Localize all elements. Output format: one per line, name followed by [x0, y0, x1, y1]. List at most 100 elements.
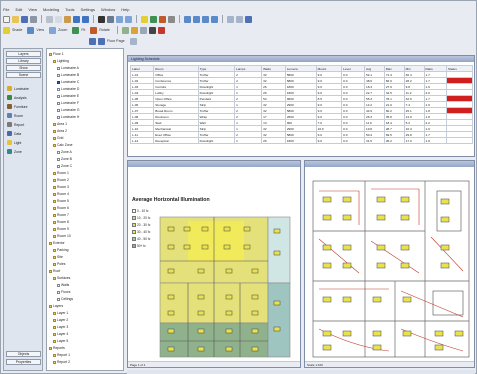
new-icon[interactable]: [3, 15, 10, 23]
tree-item[interactable]: Luminaire G: [57, 107, 79, 113]
nav-item[interactable]: Light: [7, 139, 42, 146]
floor-plan-canvas[interactable]: [305, 161, 475, 368]
menu-modeling[interactable]: Modeling: [43, 7, 59, 12]
layer-icon[interactable]: [121, 26, 129, 34]
tree-item[interactable]: Reports: [49, 345, 65, 351]
tree-item[interactable]: Layer 5: [53, 338, 68, 344]
select-icon[interactable]: [98, 15, 105, 23]
arrow-icon[interactable]: [157, 26, 165, 34]
menu-view[interactable]: View: [28, 7, 37, 12]
view-front-icon[interactable]: [193, 15, 200, 23]
tree-item[interactable]: Site: [53, 254, 63, 260]
tree-item[interactable]: Area 1: [53, 121, 67, 127]
cut-icon[interactable]: [46, 15, 53, 23]
render-icon[interactable]: [159, 15, 166, 23]
tree-item[interactable]: Grid: [53, 135, 63, 141]
shade-icon[interactable]: [3, 26, 10, 34]
tree-item[interactable]: Calc Zone: [53, 142, 72, 148]
tree-item[interactable]: Luminaire C: [57, 79, 79, 85]
tree-item[interactable]: Poles: [53, 261, 65, 267]
tree-item[interactable]: Luminaire H: [57, 114, 79, 120]
view-iso-icon[interactable]: [211, 15, 218, 23]
nav-tab-scene[interactable]: Scene: [6, 72, 41, 78]
floor-page-label[interactable]: Floor Page: [107, 39, 125, 43]
nav-tab-library[interactable]: Library: [6, 58, 41, 64]
tree-item[interactable]: Floors: [57, 289, 70, 295]
tree-item[interactable]: Layer 2: [53, 317, 68, 323]
project-tree[interactable]: Floor 1 Lighting Luminaire A Luminaire B Lum…: [46, 48, 124, 371]
nav-item[interactable]: Room: [7, 112, 42, 119]
tree-item[interactable]: Layer 3: [53, 324, 68, 330]
pan-icon[interactable]: [107, 15, 114, 23]
text-icon[interactable]: [148, 26, 156, 34]
nav-item[interactable]: Furniture: [7, 103, 42, 110]
zoom-out-icon[interactable]: [125, 15, 132, 23]
tree-item[interactable]: Zone A: [57, 149, 72, 155]
nav-item[interactable]: Luminaire: [7, 85, 42, 92]
view-top-icon[interactable]: [184, 15, 191, 23]
nav-tab-objects[interactable]: Objects: [6, 351, 41, 357]
tree-item[interactable]: Luminaire D: [57, 86, 79, 92]
tree-item[interactable]: Room 9: [53, 226, 69, 232]
tree-item[interactable]: Surfaces: [53, 275, 70, 281]
page-next-icon[interactable]: [98, 37, 105, 45]
tree-item[interactable]: Room 2: [53, 177, 69, 183]
page-prev-icon[interactable]: [89, 37, 96, 45]
report-icon[interactable]: [168, 15, 175, 23]
zoom-in-icon[interactable]: [116, 15, 123, 23]
tree-item[interactable]: Parking: [53, 247, 69, 253]
menu-help[interactable]: Help: [121, 7, 129, 12]
tree-item[interactable]: Luminaire F: [57, 100, 79, 106]
tree-item[interactable]: Luminaire E: [57, 93, 79, 99]
tree-item[interactable]: Ceilings: [57, 296, 73, 302]
rotate-icon[interactable]: [90, 26, 98, 34]
tree-item[interactable]: Report 2: [53, 359, 70, 365]
menu-window[interactable]: Window: [101, 7, 115, 12]
menu-file[interactable]: File: [3, 7, 9, 12]
measure-icon[interactable]: [139, 26, 147, 34]
tree-item[interactable]: Zone B: [57, 156, 72, 162]
nav-tab-layers[interactable]: Layers: [6, 51, 41, 57]
tree-item[interactable]: Luminaire A: [57, 65, 79, 71]
view-side-icon[interactable]: [202, 15, 209, 23]
nav-tab-show[interactable]: Show: [6, 65, 41, 71]
copy-icon[interactable]: [55, 15, 62, 23]
save-icon[interactable]: [21, 15, 28, 23]
undo-icon[interactable]: [73, 15, 80, 23]
tree-item[interactable]: Room 5: [53, 198, 69, 204]
color-icon[interactable]: [130, 26, 138, 34]
zoom-label[interactable]: Zoom: [58, 28, 67, 32]
schedule-window-title[interactable]: Lighting Schedule: [128, 56, 474, 62]
tree-item[interactable]: Zone C: [57, 163, 72, 169]
tree-item[interactable]: Luminaire B: [57, 72, 79, 78]
table-row[interactable]: L-12 Reception Downlight 1 26 1800 9.0 0.0 31.5 4…: [129, 137, 473, 144]
fit-label[interactable]: Fit: [81, 28, 85, 32]
tree-item[interactable]: Roof: [49, 268, 60, 274]
tree-item[interactable]: Layer 4: [53, 331, 68, 337]
view-icon[interactable]: [27, 26, 35, 34]
snap-icon[interactable]: [236, 15, 243, 23]
paste-icon[interactable]: [64, 15, 71, 23]
luminaire-icon[interactable]: [141, 15, 148, 23]
help-icon[interactable]: [245, 15, 252, 23]
tree-item[interactable]: Room 10: [53, 233, 71, 239]
menu-tools[interactable]: Tools: [65, 7, 74, 12]
tree-item[interactable]: Exterior: [49, 240, 65, 246]
tree-item[interactable]: Room 3: [53, 184, 69, 190]
tree-item[interactable]: Room 4: [53, 191, 69, 197]
nav-tab-properties[interactable]: Properties: [6, 359, 41, 365]
tree-item[interactable]: Lighting: [53, 58, 69, 64]
shade-label[interactable]: Shade: [12, 28, 22, 32]
page-settings-icon[interactable]: [129, 37, 137, 45]
tree-item[interactable]: Floor 1: [49, 51, 64, 57]
nav-item[interactable]: Zone: [7, 148, 42, 155]
tree-item[interactable]: Room 6: [53, 205, 69, 211]
tree-item[interactable]: Walls: [57, 282, 69, 288]
nav-item[interactable]: Analysis: [7, 94, 42, 101]
rotate-label[interactable]: Rotate: [99, 28, 110, 32]
nav-item[interactable]: Report: [7, 121, 42, 128]
tree-item[interactable]: Room 7: [53, 212, 69, 218]
nav-item[interactable]: Data: [7, 130, 42, 137]
tree-item[interactable]: Room 1: [53, 170, 69, 176]
redo-icon[interactable]: [82, 15, 89, 23]
